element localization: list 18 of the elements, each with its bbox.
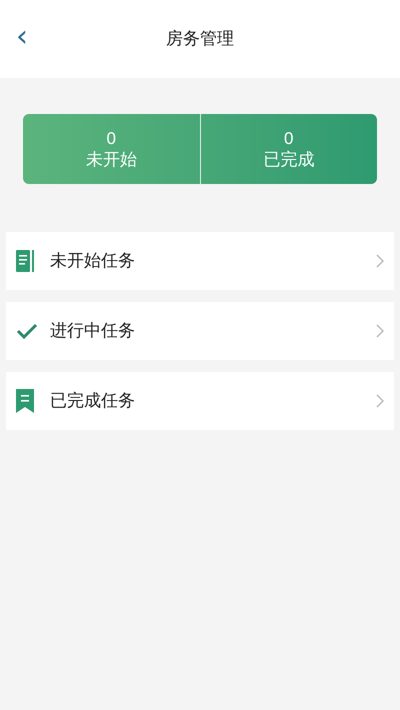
task-row[interactable]: 进行中任务	[6, 302, 394, 360]
chevron-icon	[376, 324, 384, 338]
task-row[interactable]: 已完成任务	[6, 372, 394, 430]
chevron-icon	[376, 394, 384, 408]
document-icon	[16, 250, 34, 272]
chevron-icon	[376, 254, 384, 268]
checkmark-icon	[16, 323, 38, 339]
task-label: 未开始任务	[50, 250, 136, 272]
stat-count: 0	[106, 128, 116, 149]
page-title: 房务管理	[166, 28, 234, 50]
task-label: 已完成任务	[50, 390, 136, 412]
task-row[interactable]: 未开始任务	[6, 232, 394, 290]
stat-count: 0	[284, 128, 294, 149]
back-button[interactable]: ‹	[16, 22, 28, 52]
bookmark-icon	[16, 389, 34, 413]
stat-label: 已完成	[263, 149, 314, 170]
stat-label: 未开始	[86, 149, 137, 170]
task-label: 进行中任务	[50, 320, 136, 342]
